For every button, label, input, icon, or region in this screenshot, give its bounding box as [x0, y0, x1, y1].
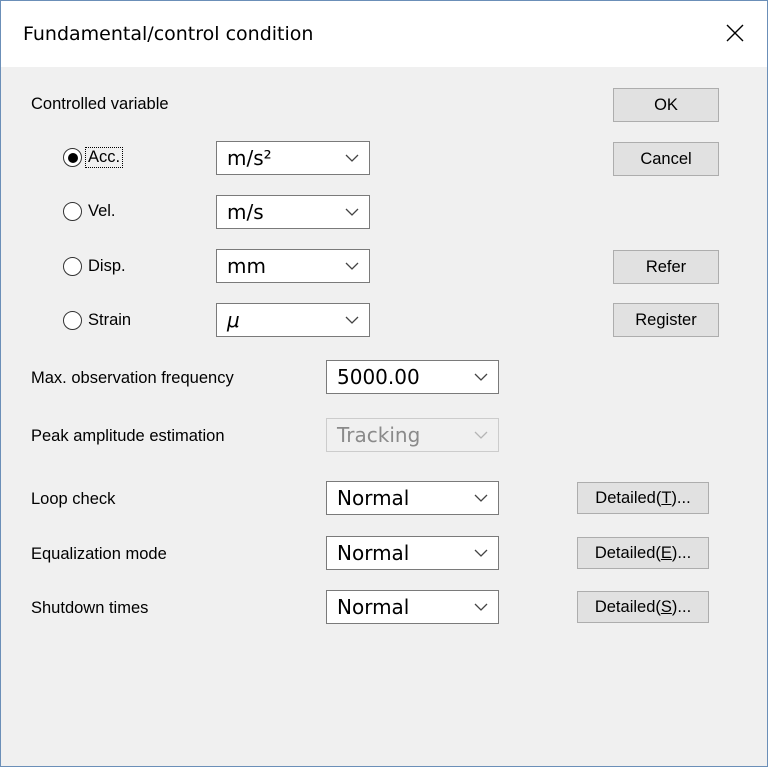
radio-disp[interactable]: Disp. — [63, 257, 128, 276]
radio-button[interactable] — [63, 257, 82, 276]
cancel-button[interactable]: Cancel — [613, 142, 719, 176]
radio-button[interactable] — [63, 311, 82, 330]
shutdown-times-value: Normal — [337, 595, 410, 619]
max-observation-frequency-label: Max. observation frequency — [31, 369, 234, 387]
shutdown-times-label: Shutdown times — [31, 599, 149, 617]
register-button[interactable]: Register — [613, 303, 719, 337]
chevron-down-icon[interactable] — [464, 482, 498, 514]
ok-button[interactable]: OK — [613, 88, 719, 122]
radio-label-acc: Acc. — [84, 147, 124, 168]
chevron-down-icon — [464, 419, 498, 451]
unit-select-disp[interactable]: mm — [216, 249, 370, 283]
loop-check-select[interactable]: Normal — [326, 481, 499, 515]
equalization-mode-value: Normal — [337, 541, 410, 565]
window-title: Fundamental/control condition — [23, 23, 314, 45]
detailed-prefix: Detailed( — [594, 597, 661, 616]
close-button[interactable] — [717, 15, 753, 51]
detailed-hotkey: E — [660, 543, 672, 562]
chevron-down-icon[interactable] — [335, 142, 369, 174]
detailed-suffix: )... — [671, 488, 691, 507]
peak-amplitude-estimation-value: Tracking — [337, 423, 421, 447]
refer-button[interactable]: Refer — [613, 250, 719, 284]
detailed-suffix: )... — [671, 597, 692, 616]
dialog-body: Controlled variable Acc. m/s² Vel. m/s D… — [1, 67, 767, 766]
unit-value-strain: μ — [227, 308, 240, 332]
shutdown-times-select[interactable]: Normal — [326, 590, 499, 624]
radio-button[interactable] — [63, 202, 82, 221]
dialog-window: Fundamental/control condition Controlled… — [0, 0, 768, 767]
peak-amplitude-estimation-label: Peak amplitude estimation — [31, 427, 225, 445]
title-bar[interactable]: Fundamental/control condition — [1, 1, 767, 67]
equalization-mode-detailed-button[interactable]: Detailed(E)... — [577, 537, 709, 569]
equalization-mode-select[interactable]: Normal — [326, 536, 499, 570]
detailed-prefix: Detailed( — [595, 488, 662, 507]
unit-select-vel[interactable]: m/s — [216, 195, 370, 229]
shutdown-times-detailed-button[interactable]: Detailed(S)... — [577, 591, 709, 623]
detailed-hotkey: T — [661, 488, 672, 507]
detailed-suffix: )... — [671, 543, 692, 562]
chevron-down-icon[interactable] — [464, 537, 498, 569]
radio-strain[interactable]: Strain — [63, 311, 133, 330]
radio-vel[interactable]: Vel. — [63, 202, 118, 221]
close-icon — [726, 24, 744, 42]
detailed-prefix: Detailed( — [594, 543, 661, 562]
chevron-down-icon[interactable] — [335, 250, 369, 282]
max-observation-frequency-select[interactable]: 5000.00 — [326, 360, 499, 394]
unit-value-disp: mm — [227, 254, 266, 278]
chevron-down-icon[interactable] — [464, 591, 498, 623]
peak-amplitude-estimation-select: Tracking — [326, 418, 499, 452]
loop-check-label: Loop check — [31, 490, 116, 508]
radio-label-strain: Strain — [88, 311, 132, 329]
chevron-down-icon[interactable] — [464, 361, 498, 393]
detailed-hotkey: S — [660, 597, 672, 616]
unit-value-vel: m/s — [227, 200, 264, 224]
chevron-down-icon[interactable] — [335, 196, 369, 228]
chevron-down-icon[interactable] — [335, 304, 369, 336]
radio-label-vel: Vel. — [88, 202, 116, 220]
radio-button[interactable] — [63, 148, 82, 167]
equalization-mode-label: Equalization mode — [31, 545, 167, 563]
radio-acc[interactable]: Acc. — [63, 147, 124, 168]
loop-check-detailed-button[interactable]: Detailed(T)... — [577, 482, 709, 514]
controlled-variable-label: Controlled variable — [31, 95, 169, 113]
max-observation-frequency-value: 5000.00 — [337, 365, 420, 389]
loop-check-value: Normal — [337, 486, 410, 510]
unit-select-acc[interactable]: m/s² — [216, 141, 370, 175]
unit-value-acc: m/s² — [227, 146, 272, 170]
radio-label-disp: Disp. — [88, 257, 126, 275]
unit-select-strain[interactable]: μ — [216, 303, 370, 337]
